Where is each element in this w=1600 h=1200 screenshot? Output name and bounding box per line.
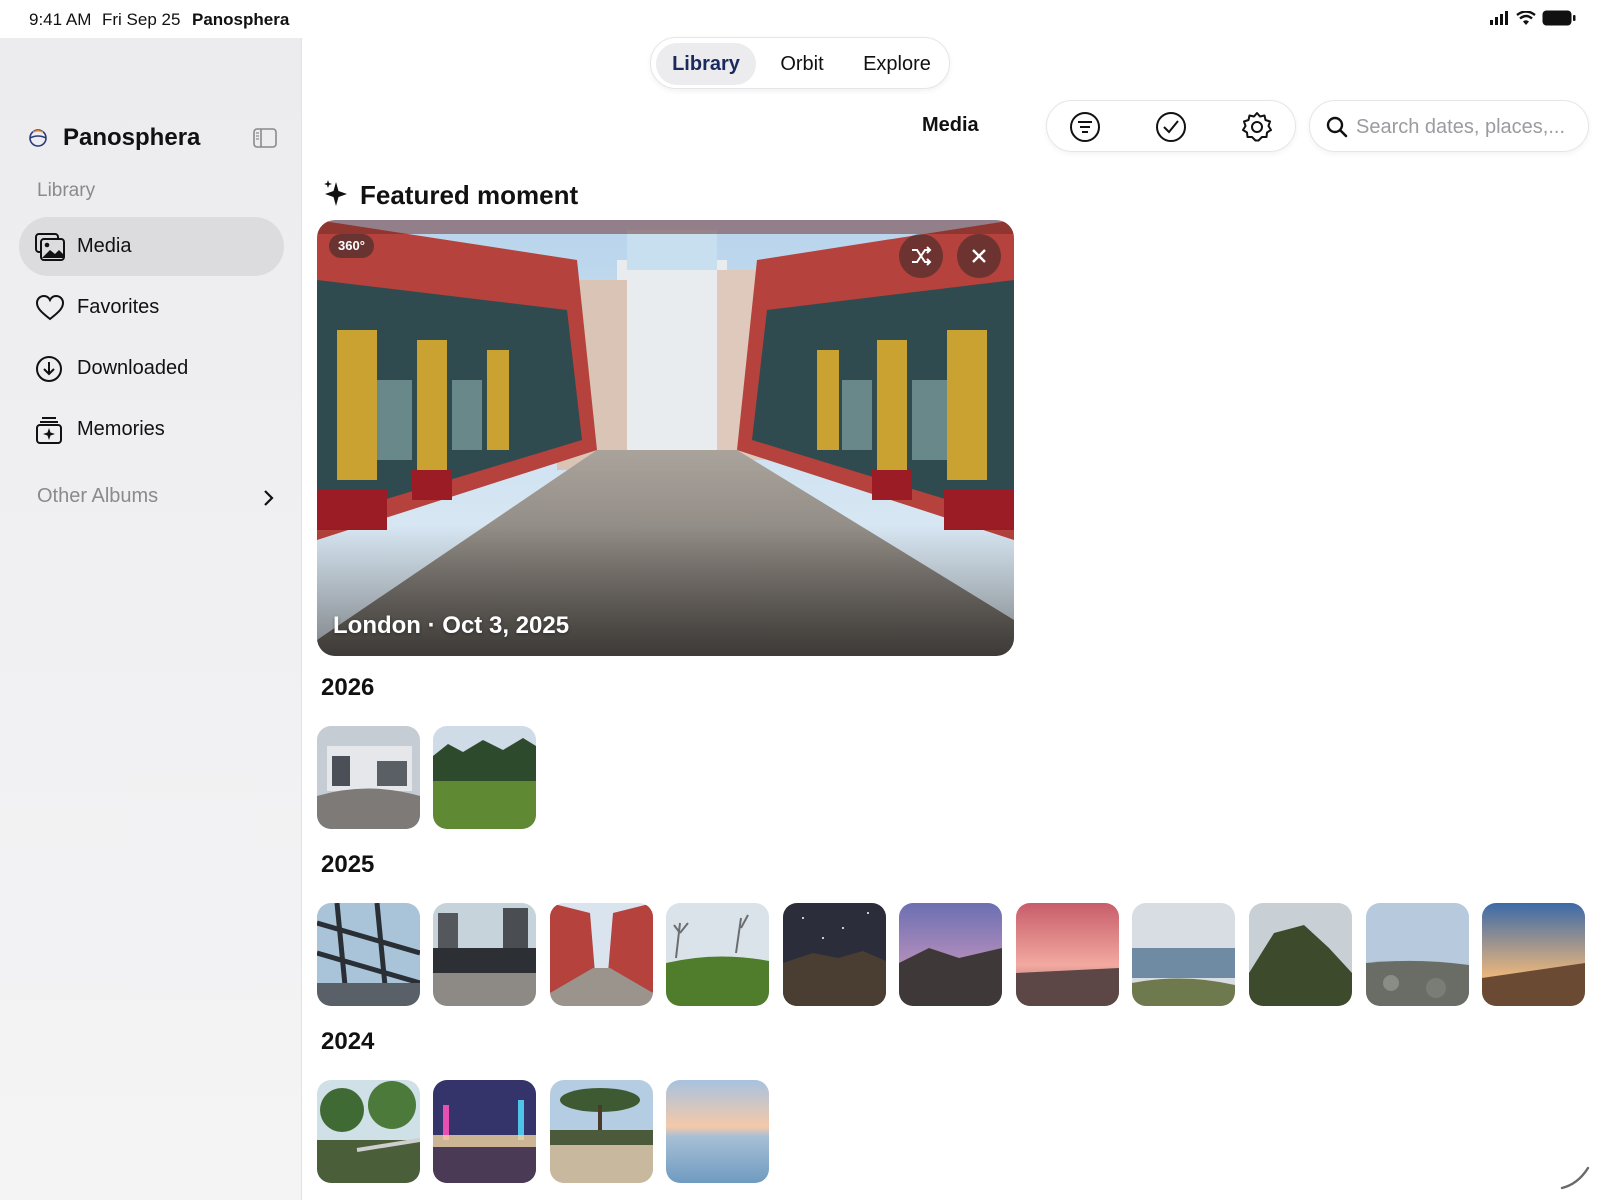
sidebar-item-label: Media: [77, 235, 132, 257]
tab-library[interactable]: Library: [656, 43, 756, 85]
search-icon: [1326, 116, 1348, 138]
featured-photo: [317, 220, 1014, 656]
filter-icon[interactable]: [1069, 111, 1101, 143]
cellular-signal-icon: [1490, 11, 1508, 25]
photo-thumbnail[interactable]: [1482, 903, 1585, 1006]
featured-caption: London · Oct 3, 2025: [333, 612, 570, 639]
photos-icon: [35, 233, 65, 261]
status-time: 9:41 AM: [29, 10, 92, 29]
resize-handle-icon: [1560, 1166, 1590, 1190]
photo-thumbnail[interactable]: [550, 903, 653, 1006]
photo-thumbnail[interactable]: [433, 726, 536, 829]
badge-360: 360°: [329, 234, 374, 258]
photo-thumbnail[interactable]: [317, 726, 420, 829]
sidebar-toggle-icon[interactable]: [253, 128, 277, 148]
other-albums-row[interactable]: Other Albums: [37, 485, 277, 515]
photo-thumbnail[interactable]: [666, 1080, 769, 1183]
shuffle-icon: [912, 246, 932, 266]
shuffle-button[interactable]: [899, 234, 943, 278]
sidebar-item-memories[interactable]: Memories: [19, 400, 284, 459]
status-bar: 9:41 AM Fri Sep 25 Panosphera: [0, 0, 1600, 38]
photo-thumbnail[interactable]: [899, 903, 1002, 1006]
search-bar: [1309, 100, 1589, 152]
sidebar-item-label: Favorites: [77, 296, 160, 318]
featured-moment-card[interactable]: 360° London · Oct 3, 2025: [317, 220, 1014, 656]
battery-icon: [1542, 10, 1576, 26]
page-title: Media: [922, 114, 979, 136]
tab-explore[interactable]: Explore: [848, 43, 946, 85]
photo-thumbnail[interactable]: [550, 1080, 653, 1183]
photo-thumbnail[interactable]: [433, 1080, 536, 1183]
year-heading: 2024: [321, 1028, 375, 1055]
year-heading: 2025: [321, 851, 375, 878]
select-icon[interactable]: [1155, 111, 1187, 143]
photo-thumbnail[interactable]: [1366, 903, 1469, 1006]
photo-thumbnail[interactable]: [666, 903, 769, 1006]
chevron-right-icon: [264, 490, 274, 506]
status-app-name: Panosphera: [192, 10, 290, 29]
search-input[interactable]: [1356, 111, 1581, 143]
sidebar-item-downloaded[interactable]: Downloaded: [19, 339, 284, 398]
photo-thumbnail[interactable]: [783, 903, 886, 1006]
photo-thumbnail[interactable]: [1249, 903, 1352, 1006]
wifi-icon: [1516, 10, 1536, 25]
status-date: Fri Sep 25: [102, 10, 181, 29]
sparkle-icon: [324, 180, 347, 206]
photo-thumbnail[interactable]: [433, 903, 536, 1006]
photo-thumbnail[interactable]: [317, 903, 420, 1006]
sidebar-item-label: Downloaded: [77, 357, 189, 379]
sidebar-item-label: Memories: [77, 418, 165, 440]
sidebar-item-media[interactable]: Media: [19, 217, 284, 276]
toolbar-button-group: [1046, 100, 1296, 152]
sidebar-item-favorites[interactable]: Favorites: [19, 278, 284, 337]
download-icon: [36, 356, 62, 382]
close-icon: [972, 249, 986, 263]
photo-thumbnail[interactable]: [1132, 903, 1235, 1006]
sidebar-section-library: Library: [37, 180, 96, 201]
sidebar-title: Panosphera: [63, 124, 201, 151]
status-icons: [1490, 10, 1576, 26]
memories-icon: [36, 417, 62, 444]
photo-thumbnail[interactable]: [317, 1080, 420, 1183]
heart-icon: [35, 294, 65, 321]
view-tabs: Library Orbit Explore: [650, 37, 950, 89]
year-heading: 2026: [321, 674, 375, 701]
photo-thumbnail[interactable]: [1016, 903, 1119, 1006]
tab-orbit[interactable]: Orbit: [758, 43, 846, 85]
app-logo-icon: [29, 129, 47, 147]
sidebar: Panosphera Library Media Favorites Downl…: [0, 38, 302, 1200]
other-albums-label: Other Albums: [37, 485, 159, 507]
close-featured-button[interactable]: [957, 234, 1001, 278]
settings-icon[interactable]: [1241, 111, 1273, 143]
featured-heading: Featured moment: [360, 180, 579, 210]
